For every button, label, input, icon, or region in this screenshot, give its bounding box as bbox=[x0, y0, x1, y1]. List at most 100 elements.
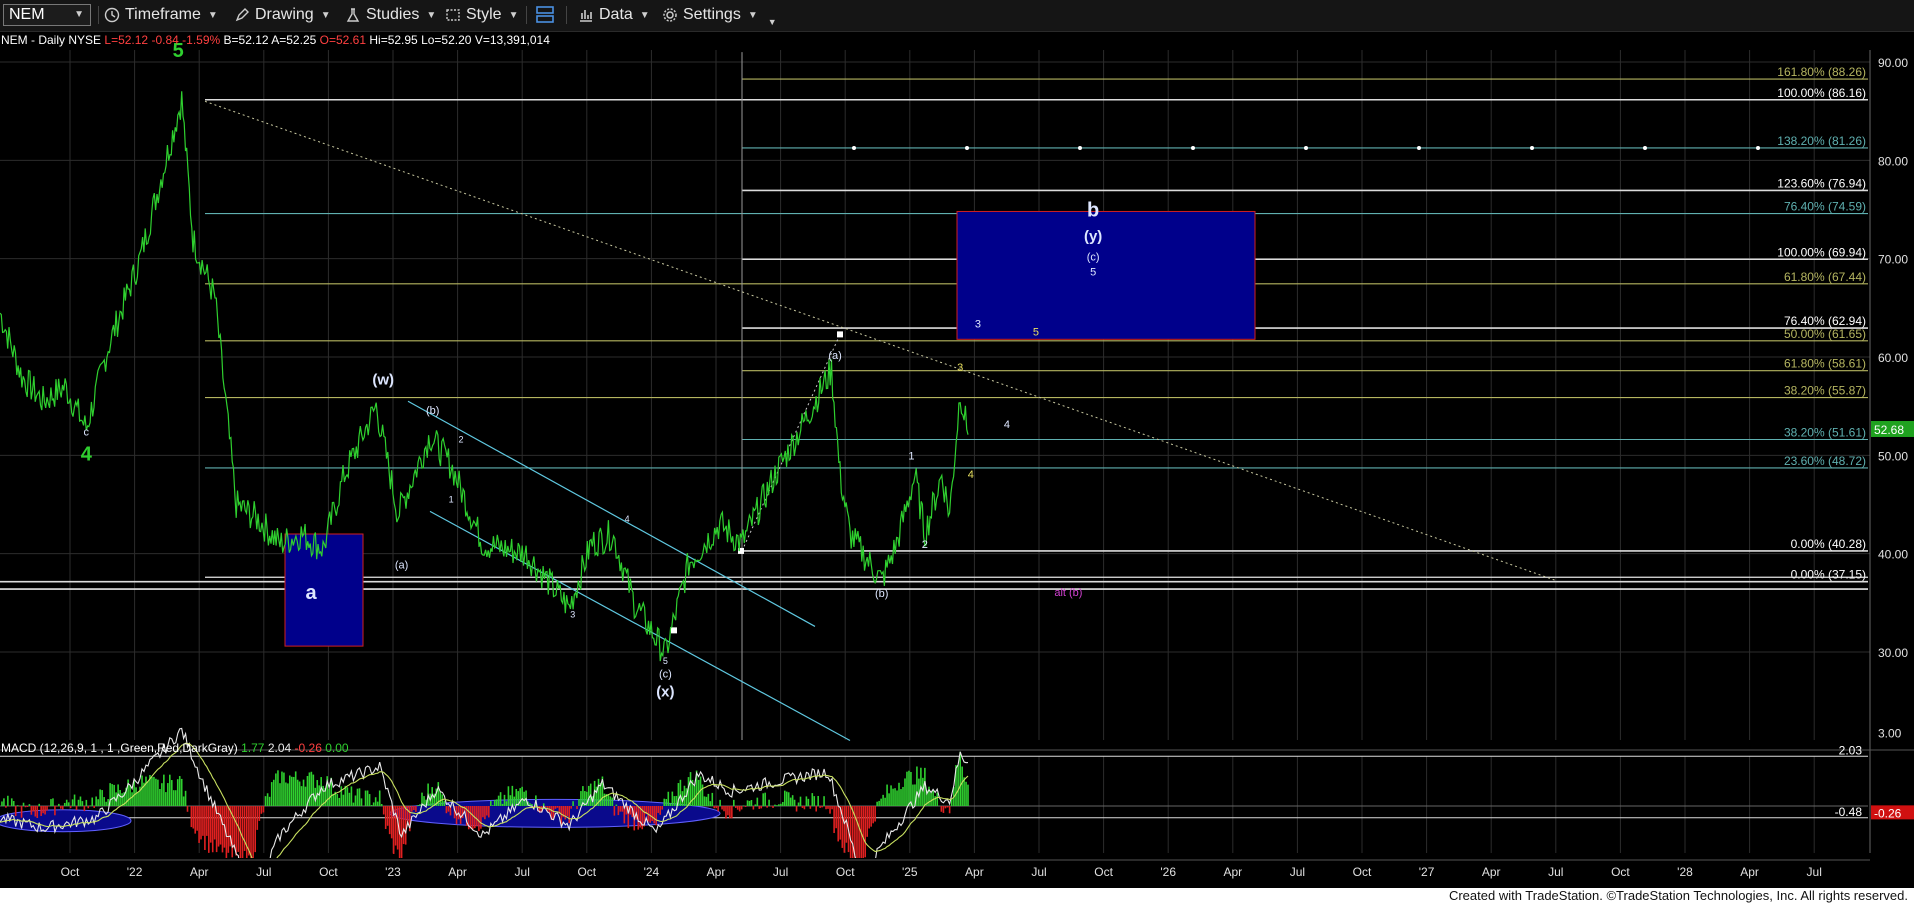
price-tick-label: 80.00 bbox=[1878, 154, 1908, 168]
price-change-pct: -1.59% bbox=[182, 33, 221, 47]
wave-label: (a) bbox=[395, 559, 408, 571]
target-dot bbox=[1078, 145, 1082, 150]
toolbar-divider bbox=[566, 6, 567, 24]
timeframe-menu[interactable]: Timeframe ▼ bbox=[104, 3, 218, 27]
wave-label: 4 bbox=[625, 514, 630, 524]
time-tick-label: Jul bbox=[1031, 865, 1046, 879]
macd-axis-bg bbox=[1870, 751, 1914, 856]
drawing-menu[interactable]: Drawing ▼ bbox=[234, 3, 331, 27]
macd-zero-value: 0.00 bbox=[325, 741, 349, 755]
symbol-header: NEM - Daily NYSE L=52.12 -0.84 -1.59% B=… bbox=[1, 33, 550, 47]
high-price: Hi=52.95 bbox=[369, 33, 418, 47]
time-tick-label: Jul bbox=[515, 865, 530, 879]
wave-label: (y) bbox=[1084, 228, 1102, 245]
time-tick-label: Jul bbox=[1548, 865, 1563, 879]
wave-label: 1 bbox=[449, 495, 454, 505]
price-chart[interactable]: 161.80% (88.26) 100.00% (86.16) 138.20% (8… bbox=[0, 32, 1914, 904]
time-tick-label: Apr bbox=[1482, 865, 1501, 879]
fib-label: 61.80% (67.44) bbox=[1784, 270, 1866, 284]
time-tick-label: Jul bbox=[773, 865, 788, 879]
price-tick-label: 90.00 bbox=[1878, 56, 1908, 70]
wave-label: c bbox=[84, 427, 90, 439]
wave-label: 3 bbox=[570, 610, 575, 620]
symbol-name: NEM - Daily bbox=[1, 33, 66, 47]
studies-label: Studies bbox=[366, 6, 420, 23]
price-tick-label: 40.00 bbox=[1878, 548, 1908, 562]
target-dot bbox=[852, 145, 856, 150]
wave-label: (w) bbox=[372, 372, 394, 389]
settings-menu[interactable]: Settings ▼ ▼ bbox=[662, 3, 777, 27]
fib-label: 38.20% (55.87) bbox=[1784, 384, 1866, 398]
current-price-label: 52.68 bbox=[1874, 423, 1904, 437]
wave-label: (b) bbox=[875, 588, 888, 600]
target-dot bbox=[1530, 145, 1534, 150]
clock-icon bbox=[104, 7, 120, 23]
time-tick-label: Jul bbox=[1290, 865, 1305, 879]
style-label: Style bbox=[466, 6, 502, 23]
layout-button[interactable] bbox=[535, 3, 560, 27]
time-tick-label: Jul bbox=[1807, 865, 1822, 879]
ask-price: A=52.25 bbox=[271, 33, 317, 47]
time-tick-label: '23 bbox=[385, 865, 401, 879]
fib-label: 38.20% (51.61) bbox=[1784, 426, 1866, 440]
macd-value: 1.77 bbox=[241, 741, 265, 755]
exchange: NYSE bbox=[68, 33, 102, 47]
price-change: -0.84 bbox=[151, 33, 179, 47]
style-menu[interactable]: Style ▼ bbox=[445, 3, 518, 27]
toolbar-divider bbox=[526, 6, 527, 24]
wave-label: 3 bbox=[975, 319, 981, 331]
macd-tick-label: 3.00 bbox=[1878, 727, 1902, 741]
pencil-icon bbox=[235, 8, 249, 22]
time-tick-label: Apr bbox=[965, 865, 984, 879]
wave-label: 5 bbox=[663, 656, 668, 666]
chevron-down-icon: ▼ bbox=[508, 9, 519, 21]
open-price: O=52.61 bbox=[319, 33, 367, 47]
studies-menu[interactable]: Studies ▼ bbox=[345, 3, 436, 27]
target-dot bbox=[1756, 145, 1760, 150]
time-tick-label: '25 bbox=[902, 865, 918, 879]
macd-hist-value: -0.26 bbox=[294, 741, 322, 755]
macd-current-label: -0.26 bbox=[1874, 806, 1902, 820]
price-tick-label: 60.00 bbox=[1878, 351, 1908, 365]
time-tick-label: '26 bbox=[1160, 865, 1176, 879]
wave-label: a bbox=[306, 582, 318, 604]
settings-label: Settings bbox=[683, 6, 741, 23]
wave-label: b bbox=[1087, 199, 1099, 221]
style-icon bbox=[446, 9, 460, 21]
symbol-value: NEM bbox=[9, 6, 45, 23]
last-price: L=52.12 bbox=[104, 33, 149, 47]
time-tick-label: '27 bbox=[1419, 865, 1435, 879]
time-axis: Oct '22 Apr Jul Oct '23 Apr Jul Oct '24 Apr Jul Oct '… bbox=[0, 858, 1914, 888]
price-tick-label: 30.00 bbox=[1878, 646, 1908, 660]
bid-price: B=52.12 bbox=[223, 33, 269, 47]
time-tick-label: Oct bbox=[577, 865, 596, 879]
time-tick-label: Apr bbox=[190, 865, 209, 879]
toolbar: NEM ▼ Timeframe ▼ Drawing ▼ Studies ▼ St… bbox=[0, 0, 1914, 32]
time-tick-label: '28 bbox=[1677, 865, 1693, 879]
data-menu[interactable]: Data ▼ bbox=[578, 3, 650, 27]
chevron-down-icon: ▼ bbox=[426, 9, 437, 21]
channel-upper bbox=[407, 400, 816, 627]
time-tick-label: Oct bbox=[1094, 865, 1113, 879]
volume: V=13,391,014 bbox=[474, 33, 550, 47]
time-tick-label: Apr bbox=[1223, 865, 1242, 879]
bar-chart-icon bbox=[580, 10, 592, 22]
drawing-label: Drawing bbox=[255, 6, 314, 23]
data-label: Data bbox=[599, 6, 633, 23]
macd-header: MACD (12,26,9, 1 , 1 ,Green,Red,DarkGray… bbox=[1, 741, 349, 755]
time-tick-label: Oct bbox=[1353, 865, 1372, 879]
pivot-marker bbox=[837, 331, 843, 338]
low-price: Lo=52.20 bbox=[421, 33, 472, 47]
fib-label: 61.80% (58.61) bbox=[1784, 357, 1866, 371]
fib-label: 23.60% (48.72) bbox=[1784, 454, 1866, 468]
symbol-selector[interactable]: NEM ▼ bbox=[3, 4, 91, 26]
time-tick-label: Oct bbox=[61, 865, 80, 879]
time-tick-label: Oct bbox=[1611, 865, 1630, 879]
wave-label: 4 bbox=[1004, 419, 1010, 431]
fib-label: 100.00% (69.94) bbox=[1777, 245, 1866, 259]
layout-icon bbox=[536, 6, 554, 23]
wave-label: 3 bbox=[957, 362, 963, 374]
chart-overlays bbox=[204, 100, 1556, 742]
time-tick-label: Oct bbox=[836, 865, 855, 879]
target-dot bbox=[1417, 145, 1421, 150]
